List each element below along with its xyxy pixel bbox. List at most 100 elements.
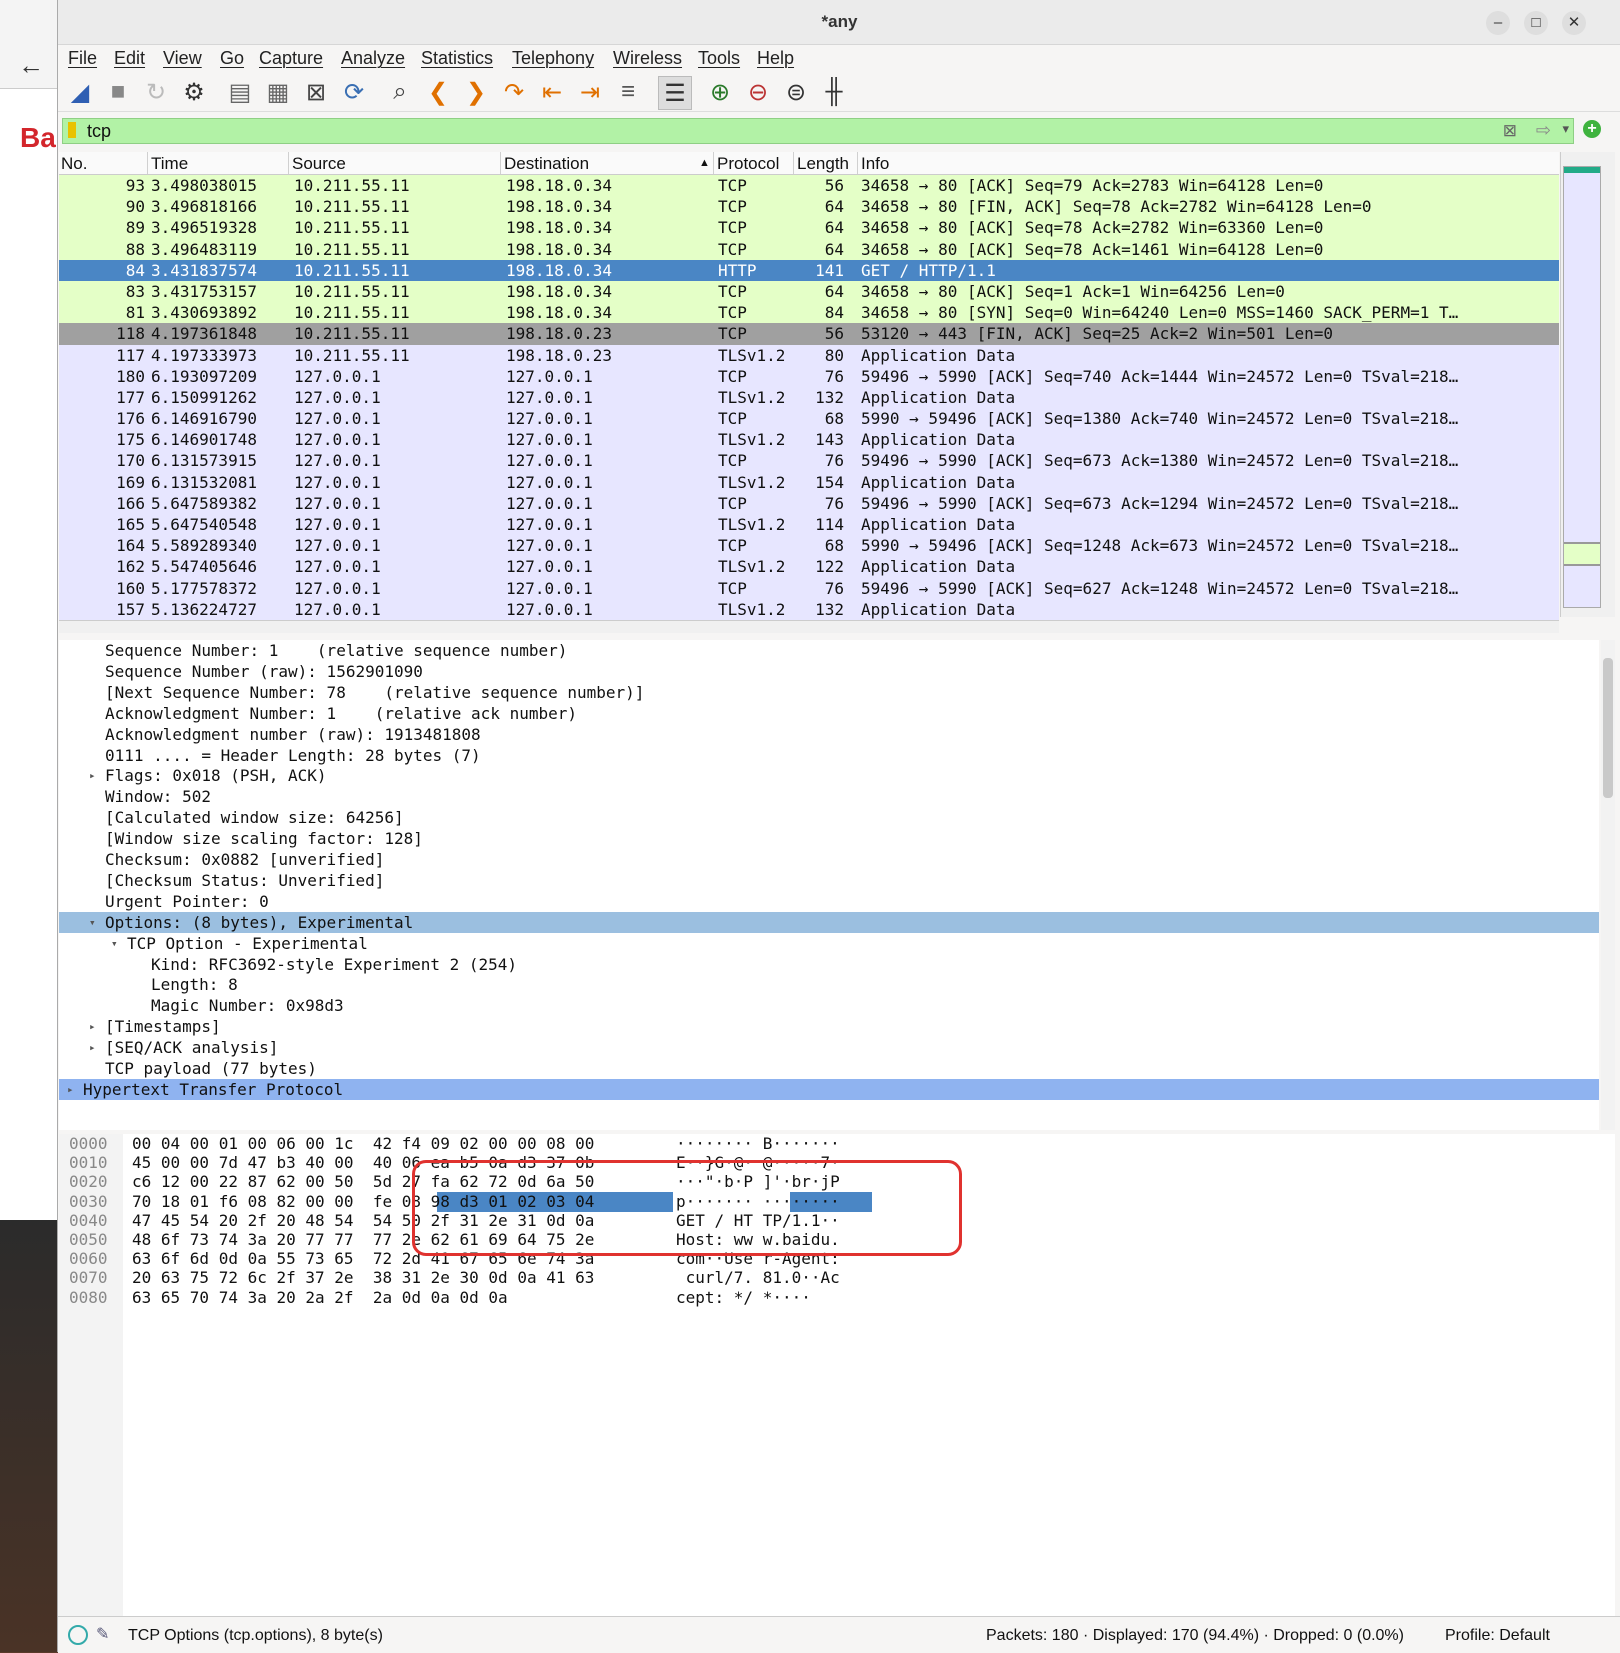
bytes-hex[interactable]: 63 65 70 74 3a 20 2a 2f 2a 0d 0a 0d 0a [132,1288,508,1308]
restart-icon[interactable]: ↻ [140,76,172,108]
autoscroll-icon[interactable]: ≡ [612,76,644,108]
packet-row[interactable]: 83 3.431753157 10.211.55.11 198.18.0.34 TCP 6… [59,280,1559,303]
column-time[interactable]: Time [151,154,188,174]
collapse-arrow-icon[interactable]: ▸ [67,1079,74,1100]
collapse-arrow-icon[interactable]: ▸ [89,1037,96,1058]
packet-row[interactable]: 177 6.150991262 127.0.0.1 127.0.0.1 TLSv1.2 1… [59,386,1559,409]
packet-row[interactable]: 170 6.131573915 127.0.0.1 127.0.0.1 TCP 76 594… [59,450,1559,472]
packet-list-scrollbar[interactable] [1560,152,1615,617]
detail-tree-item[interactable]: Kind: RFC3692-style Experiment 2 (254) [59,954,1599,975]
collapse-arrow-icon[interactable]: ▸ [89,765,96,786]
detail-tree-item[interactable]: Acknowledgment Number: 1 (relative ack n… [59,703,1599,724]
apply-filter-icon[interactable]: ⇨ [1536,120,1551,141]
menu-edit[interactable]: Edit [114,48,145,69]
detail-tree-item[interactable]: ▾ TCP Option - Experimental [59,933,1599,954]
detail-tree-item[interactable]: TCP payload (77 bytes) [59,1058,1599,1079]
menu-telephony[interactable]: Telephony [512,48,594,69]
detail-tree-item[interactable]: [Calculated window size: 64256] [59,807,1599,828]
packet-row[interactable]: 157 5.136224727 127.0.0.1 127.0.0.1 TLSv1.2 1… [59,598,1559,620]
menu-go[interactable]: Go [220,48,244,69]
packet-row[interactable]: 81 3.430693892 10.211.55.11 198.18.0.34 TCP 8… [59,302,1559,324]
minimize-icon[interactable]: – [1486,11,1510,35]
menu-analyze[interactable]: Analyze [341,48,405,69]
menu-file[interactable]: File [68,48,97,69]
maximize-icon[interactable]: □ [1524,11,1548,35]
packet-row[interactable]: 160 5.177578372 127.0.0.1 127.0.0.1 TCP 76 594… [59,577,1559,599]
expert-info-icon[interactable] [68,1625,88,1645]
packet-row[interactable]: 169 6.131532081 127.0.0.1 127.0.0.1 TLSv1.2 1… [59,471,1559,493]
shark-fin-start-icon[interactable]: ◢ [64,76,96,108]
detail-tree-item[interactable]: ▸ [Timestamps] [59,1016,1599,1037]
stop-icon[interactable]: ■ [102,76,134,108]
resize-columns-icon[interactable]: ╫ [818,76,850,108]
bytes-ascii[interactable]: ········ B······· [676,1134,840,1154]
detail-tree-item[interactable]: Sequence Number (raw): 1562901090 [59,661,1599,682]
column-length[interactable]: Length [797,154,849,174]
find-icon[interactable]: ⌕ [384,76,416,108]
menu-tools[interactable]: Tools [698,48,740,69]
bytes-hex[interactable]: 20 63 75 72 6c 2f 37 2e 38 31 2e 30 0d 0… [132,1268,594,1288]
zoom-out-icon[interactable]: ⊖ [742,76,774,108]
column-protocol[interactable]: Protocol [717,154,779,174]
display-filter-input[interactable]: tcp ⊠ ⇨ ▾ [62,118,1574,144]
go-forward-icon[interactable]: ❯ [460,76,492,108]
detail-tree-item[interactable]: ▸ Flags: 0x018 (PSH, ACK) [59,765,1599,786]
open-folder-icon[interactable]: ▤ [224,76,256,108]
menu-view[interactable]: View [163,48,202,69]
go-back-icon[interactable]: ❮ [422,76,454,108]
filter-history-dropdown-icon[interactable]: ▾ [1562,121,1569,137]
go-to-packet-icon[interactable]: ↷ [498,76,530,108]
bytes-off[interactable]: 0010 [69,1153,108,1173]
last-packet-icon[interactable]: ⇥ [574,76,606,108]
close-window-icon[interactable]: ✕ [1562,11,1586,35]
column-no[interactable]: No. [61,154,87,174]
column-destination[interactable]: Destination [504,154,589,174]
close-file-icon[interactable]: ⊠ [300,76,332,108]
clear-filter-icon[interactable]: ⊠ [1503,121,1517,141]
collapse-arrow-icon[interactable]: ▸ [89,1016,96,1037]
menu-capture[interactable]: Capture [259,48,323,69]
bytes-hex[interactable]: 00 04 00 01 00 06 00 1c 42 f4 09 02 00 0… [132,1134,594,1154]
detail-tree-item[interactable]: [Window size scaling factor: 128] [59,828,1599,849]
bytes-ascii[interactable]: cept: */ *···· [676,1288,811,1308]
menu-wireless[interactable]: Wireless [613,48,682,69]
packet-row[interactable]: 180 6.193097209 127.0.0.1 127.0.0.1 TCP 76 594… [59,365,1559,387]
packet-row[interactable]: 176 6.146916790 127.0.0.1 127.0.0.1 TCP 68 599… [59,408,1559,430]
column-source[interactable]: Source [292,154,346,174]
back-arrow-icon[interactable]: ← [18,50,44,81]
status-profile[interactable]: Profile: Default [1445,1627,1550,1645]
menu-help[interactable]: Help [757,48,794,69]
packet-list-hscrollbar[interactable] [59,620,1559,633]
bytes-off[interactable]: 0070 [69,1268,108,1288]
packet-row[interactable]: 84 3.431837574 10.211.55.11 198.18.0.34 HTTP… [59,259,1559,281]
packet-row[interactable]: 175 6.146901748 127.0.0.1 127.0.0.1 TLSv1.2 1… [59,429,1559,451]
packet-minimap[interactable] [1563,166,1601,608]
detail-tree-item[interactable]: Length: 8 [59,974,1599,995]
zoom-in-icon[interactable]: ⊕ [704,76,736,108]
options-gear-icon[interactable]: ⚙ [178,76,210,108]
colorize-icon[interactable]: ☰ [658,76,692,110]
detail-tree-item[interactable]: Window: 502 [59,786,1599,807]
detail-tree-item[interactable]: ▸ Hypertext Transfer Protocol [59,1078,1599,1100]
packet-row[interactable]: 90 3.496818166 10.211.55.11 198.18.0.34 TCP 6… [59,196,1559,218]
detail-tree-item[interactable]: 0111 .... = Header Length: 28 bytes (7) [59,745,1599,766]
packet-row[interactable]: 166 5.647589382 127.0.0.1 127.0.0.1 TCP 76 594… [59,492,1559,514]
detail-tree-item[interactable]: Sequence Number: 1 (relative sequence nu… [59,640,1599,661]
bytes-off[interactable]: 0020 [69,1172,108,1192]
packet-row[interactable]: 162 5.547405646 127.0.0.1 127.0.0.1 TLSv1.2 1… [59,556,1559,578]
packet-row[interactable]: 164 5.589289340 127.0.0.1 127.0.0.1 TCP 68 599… [59,535,1559,557]
details-scrollbar[interactable] [1601,640,1615,1130]
packet-row[interactable]: 89 3.496519328 10.211.55.11 198.18.0.34 TCP 6… [59,217,1559,239]
detail-tree-item[interactable]: Urgent Pointer: 0 [59,891,1599,912]
packet-row[interactable]: 93 3.498038015 10.211.55.11 198.18.0.34 TCP 5… [59,175,1559,197]
packet-row[interactable]: 165 5.647540548 127.0.0.1 127.0.0.1 TLSv1.2 1… [59,514,1559,536]
normal-size-icon[interactable]: ⊜ [780,76,812,108]
bytes-off[interactable]: 0050 [69,1230,108,1250]
expand-arrow-icon[interactable]: ▾ [89,912,96,933]
detail-tree-item[interactable]: ▾ Options: (8 bytes), Experimental [59,911,1599,933]
bytes-off[interactable]: 0040 [69,1211,108,1231]
column-info[interactable]: Info [861,154,889,174]
reload-icon[interactable]: ⟳ [338,76,370,108]
packet-row[interactable]: 117 4.197333973 10.211.55.11 198.18.0.23 TLS… [59,344,1559,366]
filter-text[interactable]: tcp [87,121,111,142]
